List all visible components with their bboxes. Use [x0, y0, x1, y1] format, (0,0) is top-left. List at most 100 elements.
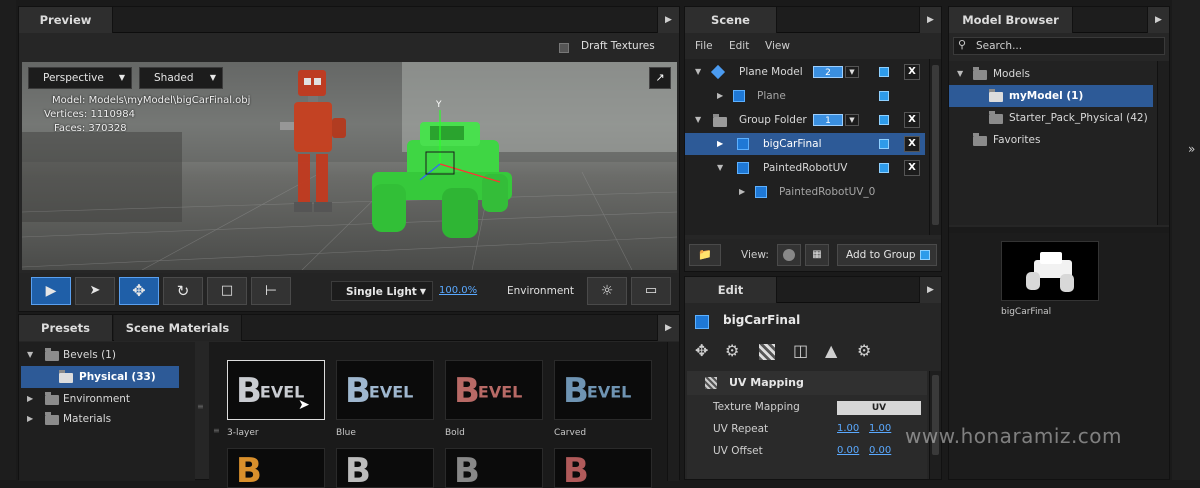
object-name: bigCarFinal	[723, 313, 801, 327]
model-tree-item-starter-pack[interactable]: Starter_Pack_Physical (42)	[949, 107, 1153, 129]
collapsed-arrow-icon: ▶	[739, 187, 746, 196]
remove-button[interactable]: X	[904, 160, 920, 176]
model-tree-item-mymodel[interactable]: myModel (1)	[949, 85, 1153, 107]
preview-expand-arrow-icon[interactable]: ▶	[657, 7, 679, 33]
add-to-group-button[interactable]: Add to Group	[837, 244, 937, 266]
rotate-tool-button[interactable]: ↻	[163, 277, 203, 305]
folder-icon	[989, 111, 1003, 124]
view-sphere-button[interactable]	[777, 244, 801, 266]
grid-splitter[interactable]: ≡	[213, 426, 220, 435]
scene-item-paintedrobotuv-0[interactable]: ▶ PaintedRobotUV_0	[685, 181, 925, 203]
tab-preview[interactable]: Preview	[19, 7, 113, 33]
screen-button[interactable]: ▭	[631, 277, 671, 305]
add-to-group-checkbox[interactable]	[920, 250, 930, 260]
search-input[interactable]: Search...	[976, 40, 1022, 52]
move-icon[interactable]: ✥	[695, 341, 708, 360]
scene-item-label: Plane Model	[739, 66, 803, 78]
chevron-down-icon[interactable]: ▼	[845, 66, 859, 78]
gears-icon[interactable]: ⚙	[725, 341, 739, 360]
model-thumbnail[interactable]	[1001, 241, 1099, 301]
preset-thumb-row2-2[interactable]: B	[336, 448, 434, 488]
tab-scene-materials[interactable]: Scene Materials	[114, 315, 242, 341]
presets-expand-arrow-icon[interactable]: ▶	[657, 315, 679, 341]
preset-thumb-carved[interactable]: BEVEL	[554, 360, 652, 420]
texture-mapping-dropdown[interactable]: UV	[837, 401, 921, 415]
light-icon[interactable]: ▲	[825, 341, 837, 360]
new-folder-button[interactable]: 📁	[689, 244, 721, 266]
uv-layout-icon[interactable]: ◫	[793, 341, 808, 360]
preset-thumb-row2-3[interactable]: B	[445, 448, 543, 488]
menu-file[interactable]: File	[695, 40, 713, 52]
select-tool-button[interactable]: ➤	[75, 277, 115, 305]
preview-panel: Preview ▶ Draft Textures Y Perspective ▼…	[18, 6, 680, 312]
edit-expand-arrow-icon[interactable]: ▶	[919, 277, 941, 303]
expanded-arrow-icon: ▼	[717, 163, 724, 172]
menu-edit[interactable]: Edit	[729, 40, 749, 52]
scene-item-plane-model[interactable]: ▼ Plane Model 2 ▼ X	[685, 61, 925, 83]
fullscreen-icon[interactable]: ↗	[649, 67, 671, 89]
tab-scene[interactable]: Scene	[685, 7, 777, 33]
tab-model-browser[interactable]: Model Browser	[949, 7, 1073, 33]
model-info-label: Model:	[52, 95, 86, 106]
visibility-toggle[interactable]	[879, 91, 889, 101]
double-chevron-icon[interactable]: »	[1188, 142, 1195, 156]
viewport-3d[interactable]: Y Perspective ▼ Shaded ▼ ↗ Model: Models…	[22, 62, 677, 270]
visibility-toggle[interactable]	[879, 115, 889, 125]
scene-scroll-thumb[interactable]	[932, 65, 939, 225]
environment-button[interactable]: ☼	[587, 277, 627, 305]
menu-view[interactable]: View	[765, 40, 790, 52]
scene-item-bigcarfinal[interactable]: ▶ bigCarFinal X	[685, 133, 925, 155]
shade-mode-dropdown[interactable]: Shaded ▼	[139, 67, 223, 89]
remove-button[interactable]: X	[904, 136, 920, 152]
pivot-tool-button[interactable]: ⊢	[251, 277, 291, 305]
preset-thumb-blue[interactable]: BEVEL	[336, 360, 434, 420]
view-mode-dropdown[interactable]: Perspective ▼	[28, 67, 132, 89]
tree-item-environment[interactable]: ▶ Environment	[19, 388, 179, 410]
tree-item-bevels[interactable]: ▼ Bevels (1)	[19, 344, 179, 366]
preset-thumb-3-layer[interactable]: BEVEL ➤	[227, 360, 325, 420]
tab-presets[interactable]: Presets	[19, 315, 113, 341]
model-tree-item-favorites[interactable]: Favorites	[949, 129, 1153, 151]
uv-offset-x-field[interactable]: 0.00	[837, 445, 859, 456]
preset-thumb-row2-4[interactable]: B	[554, 448, 652, 488]
preset-thumb-bold[interactable]: BEVEL	[445, 360, 543, 420]
tree-item-physical[interactable]: Physical (33)	[21, 366, 179, 388]
model-browser-expand-arrow-icon[interactable]: ▶	[1147, 7, 1169, 33]
bevel-preview: BEVEL	[345, 371, 414, 411]
light-percent-value[interactable]: 100.0%	[439, 285, 477, 296]
uv-repeat-y-field[interactable]: 1.00	[869, 423, 891, 434]
model-tree-item-models[interactable]: ▼ Models	[949, 63, 1153, 85]
visibility-toggle[interactable]	[879, 163, 889, 173]
uv-repeat-x-field[interactable]: 1.00	[837, 423, 859, 434]
tab-edit[interactable]: Edit	[685, 277, 777, 303]
light-mode-dropdown[interactable]: Single Light ▼	[331, 281, 433, 301]
preset-thumb-row2-1[interactable]: B	[227, 448, 325, 488]
visibility-toggle[interactable]	[879, 67, 889, 77]
tree-item-materials[interactable]: ▶ Materials	[19, 408, 179, 430]
chevron-down-icon[interactable]: ▼	[845, 114, 859, 126]
mesh-cube-icon	[755, 186, 767, 198]
visibility-toggle[interactable]	[879, 139, 889, 149]
remove-button[interactable]: X	[904, 112, 920, 128]
draft-textures-checkbox[interactable]	[559, 43, 569, 53]
move-tool-button[interactable]: ✥	[119, 277, 159, 305]
splitter-handle[interactable]: ≡	[197, 402, 204, 422]
preview-tabbar: Preview ▶	[19, 7, 679, 33]
scale-tool-button[interactable]: □	[207, 277, 247, 305]
scene-expand-arrow-icon[interactable]: ▶	[919, 7, 941, 33]
scene-item-plane[interactable]: ▶ Plane	[685, 85, 925, 107]
view-cubes-button[interactable]: ▦	[805, 244, 829, 266]
remove-button[interactable]: X	[904, 64, 920, 80]
search-box[interactable]: ⚲ Search...	[953, 37, 1165, 55]
presets-scrollbar[interactable]	[667, 342, 679, 481]
scene-item-group-folder[interactable]: ▼ Group Folder 1 ▼ X	[685, 109, 925, 131]
material-checker-icon[interactable]	[759, 344, 775, 360]
scene-scrollbar[interactable]	[929, 59, 941, 235]
uv-mapping-header[interactable]: UV Mapping	[687, 371, 927, 395]
scene-item-paintedrobotuv[interactable]: ▼ PaintedRobotUV X	[685, 157, 925, 179]
folder-icon	[45, 412, 59, 425]
uv-offset-y-field[interactable]: 0.00	[869, 445, 891, 456]
camera-tool-button[interactable]: ▶	[31, 277, 71, 305]
settings-gear-icon[interactable]: ⚙	[857, 341, 871, 360]
model-tree-scrollbar[interactable]	[1157, 61, 1169, 225]
